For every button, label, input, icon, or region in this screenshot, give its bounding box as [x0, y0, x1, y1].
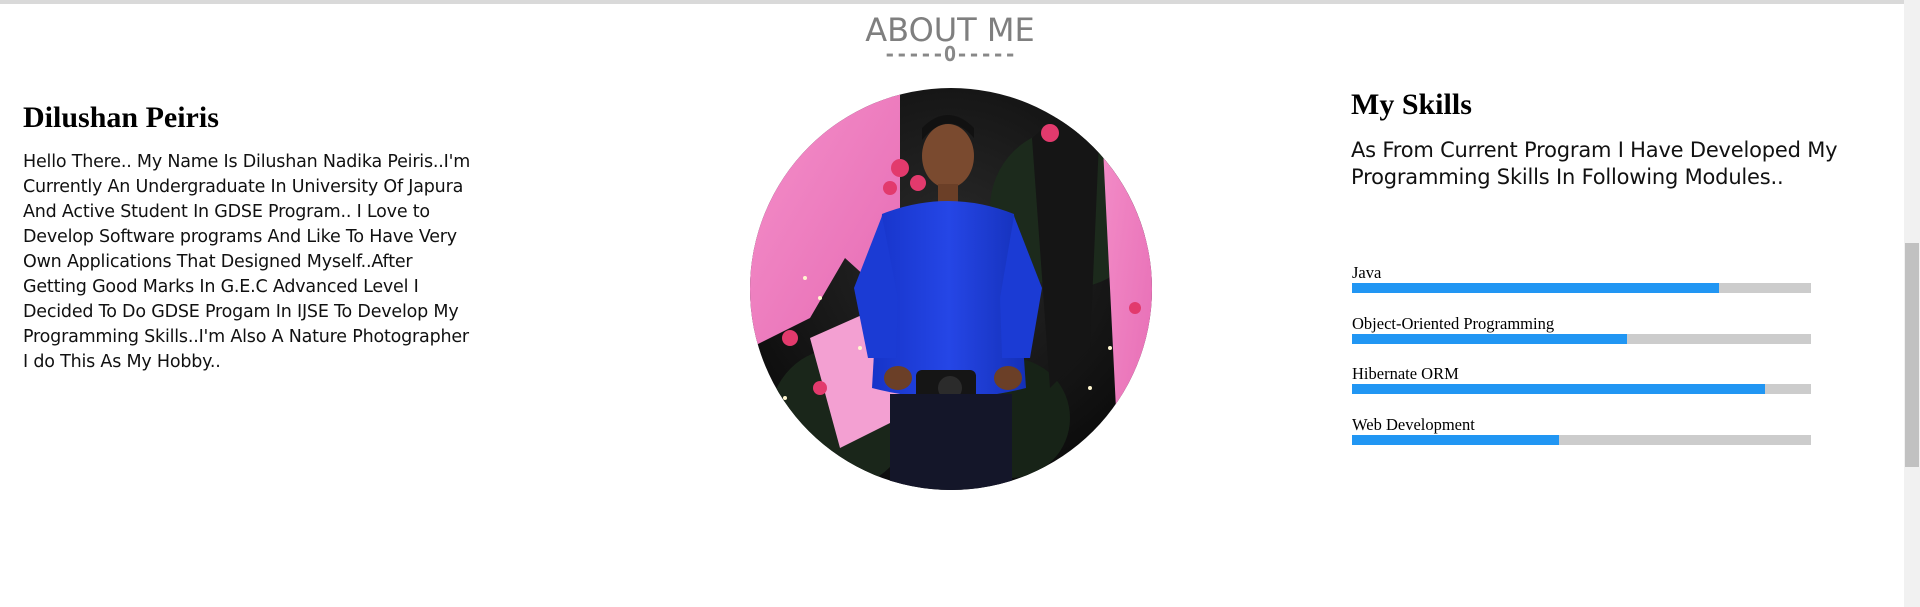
skill-bar-fill: [1352, 334, 1628, 344]
skill-bar-track: [1352, 283, 1811, 293]
skill-web-development: Web Development: [1352, 416, 1811, 445]
skill-label: Hibernate ORM: [1352, 364, 1459, 383]
skill-bar-fill: [1352, 283, 1720, 293]
skills-title: My Skills: [1351, 88, 1472, 121]
skill-oop: Object-Oriented Programming: [1352, 315, 1811, 344]
about-description: Hello There.. My Name Is Dilushan Nadika…: [23, 152, 471, 372]
title-divider: -----O-----: [883, 42, 1017, 66]
skill-bar-track: [1352, 334, 1811, 344]
skills-intro: As From Current Program I Have Developed…: [1351, 138, 1838, 189]
skill-bar-track: [1352, 384, 1811, 394]
skill-label: Java: [1352, 263, 1382, 282]
skill-bar-fill: [1352, 384, 1766, 394]
skill-label: Object-Oriented Programming: [1352, 314, 1555, 333]
skill-java: Java: [1352, 264, 1811, 293]
about-name: Dilushan Peiris: [23, 101, 219, 134]
scrollbar-thumb[interactable]: [1905, 243, 1919, 467]
profile-photo-illustration: [750, 88, 1152, 490]
skill-bar-track: [1352, 435, 1811, 445]
skill-hibernate: Hibernate ORM: [1352, 365, 1811, 394]
skill-bar-fill: [1352, 435, 1559, 445]
top-border: [0, 0, 1904, 4]
profile-photo: [750, 88, 1152, 490]
skill-label: Web Development: [1352, 415, 1475, 434]
